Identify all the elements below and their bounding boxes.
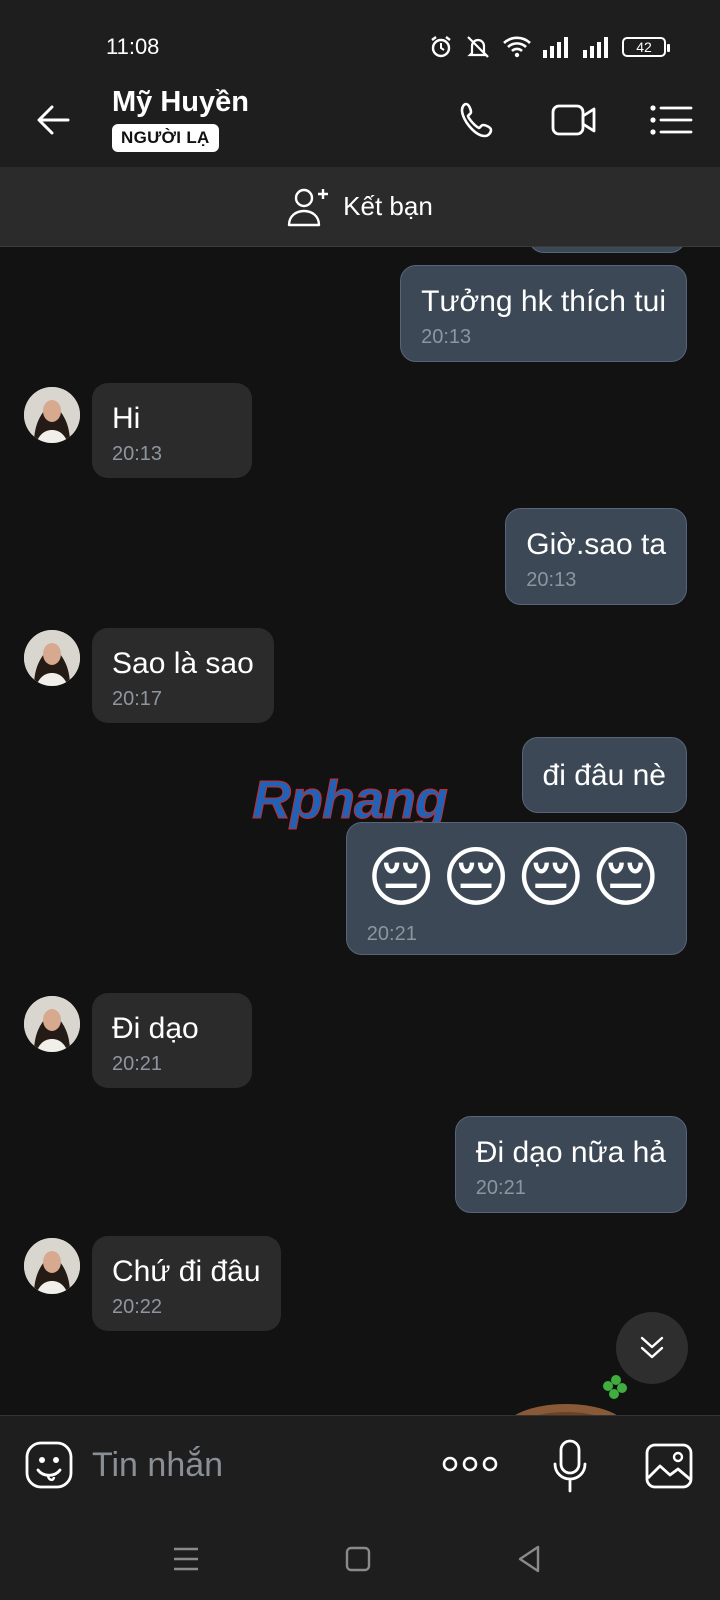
message-text: Chứ đi đâu bbox=[112, 1255, 261, 1288]
message-text: Tưởng hk thích tui bbox=[421, 285, 666, 318]
avatar[interactable] bbox=[24, 387, 80, 443]
message-bubble-sent[interactable]: đi đâu nè bbox=[521, 737, 687, 813]
message-bubble-received[interactable]: Chứ đi đâu 20:22 bbox=[92, 1236, 281, 1331]
phone-icon[interactable] bbox=[456, 98, 504, 142]
add-friend-label: Kết bạn bbox=[343, 191, 433, 221]
mic-icon[interactable] bbox=[552, 1438, 588, 1494]
message-bubble-partial bbox=[528, 247, 686, 253]
message-time: 20:13 bbox=[526, 569, 577, 591]
emoji-message: 😔😔😔😔 bbox=[366, 840, 666, 914]
message-bubble-sent[interactable]: Đi dạo nữa hả 20:21 bbox=[454, 1116, 687, 1213]
message-input[interactable] bbox=[92, 1440, 422, 1490]
image-icon[interactable] bbox=[644, 1442, 694, 1490]
message-time: 20:13 bbox=[421, 326, 472, 348]
signal-icon bbox=[583, 37, 608, 58]
message-bubble-received[interactable]: Đi dạo 20:21 bbox=[92, 993, 252, 1088]
message-text: đi đâu nè bbox=[542, 759, 666, 792]
message-text: Sao là sao bbox=[112, 647, 254, 680]
alarm-icon bbox=[431, 36, 451, 58]
message-bubble-received[interactable]: Hi 20:13 bbox=[92, 383, 252, 478]
message-time: 20:17 bbox=[112, 688, 163, 710]
message-text: Giờ.sao ta bbox=[526, 528, 666, 561]
add-friend-icon bbox=[287, 188, 329, 226]
back-nav-icon[interactable] bbox=[510, 1539, 550, 1579]
emoji-icon[interactable] bbox=[24, 1440, 74, 1490]
avatar[interactable] bbox=[24, 630, 80, 686]
signal-icon bbox=[543, 37, 568, 58]
message-time: 20:21 bbox=[112, 1053, 163, 1075]
message-bubble-received[interactable]: Sao là sao 20:17 bbox=[92, 628, 274, 723]
avatar[interactable] bbox=[24, 1238, 80, 1294]
battery-level: 42 bbox=[636, 39, 652, 55]
message-list[interactable]: Tưởng hk thích tui 20:13 Hi 20:13 Giờ.sa… bbox=[0, 247, 720, 1415]
message-bubble-sent[interactable]: Tưởng hk thích tui 20:13 bbox=[400, 265, 687, 362]
message-text: Đi dạo bbox=[112, 1012, 199, 1045]
wifi-icon bbox=[503, 36, 531, 58]
stranger-badge: NGƯỜI LẠ bbox=[112, 124, 219, 152]
mute-icon bbox=[467, 36, 489, 58]
home-icon[interactable] bbox=[338, 1539, 378, 1579]
message-time: 20:22 bbox=[112, 1296, 163, 1318]
recent-apps-icon[interactable] bbox=[166, 1539, 206, 1579]
message-time: 20:21 bbox=[366, 923, 417, 945]
battery-indicator: 42 bbox=[622, 37, 670, 57]
scroll-down-icon bbox=[640, 1336, 664, 1359]
composer-bar bbox=[0, 1415, 720, 1515]
message-text: Hi bbox=[112, 402, 141, 435]
message-bubble-sent[interactable]: Giờ.sao ta 20:13 bbox=[505, 508, 687, 605]
status-bar: 11:08 42 bbox=[0, 0, 720, 72]
status-icons: 42 bbox=[428, 34, 670, 60]
add-friend-button[interactable]: Kết bạn bbox=[0, 167, 720, 247]
status-time: 11:08 bbox=[106, 34, 160, 59]
menu-icon[interactable] bbox=[648, 98, 696, 142]
message-text: Đi dạo nữa hả bbox=[475, 1136, 666, 1169]
message-time: 20:21 bbox=[475, 1177, 526, 1199]
avatar[interactable] bbox=[24, 996, 80, 1052]
video-icon[interactable] bbox=[550, 98, 598, 142]
chat-header: Mỹ Huyền NGƯỜI LẠ bbox=[0, 72, 720, 167]
more-icon[interactable] bbox=[442, 1452, 498, 1476]
back-arrow-icon[interactable] bbox=[34, 100, 74, 140]
contact-name[interactable]: Mỹ Huyền bbox=[112, 86, 249, 119]
message-bubble-emoji[interactable]: 😔😔😔😔 20:21 bbox=[345, 822, 687, 955]
sticker-image bbox=[515, 1375, 627, 1415]
message-time: 20:13 bbox=[112, 443, 163, 465]
watermark-text: Rphang bbox=[252, 770, 449, 831]
system-nav-bar bbox=[0, 1515, 720, 1600]
